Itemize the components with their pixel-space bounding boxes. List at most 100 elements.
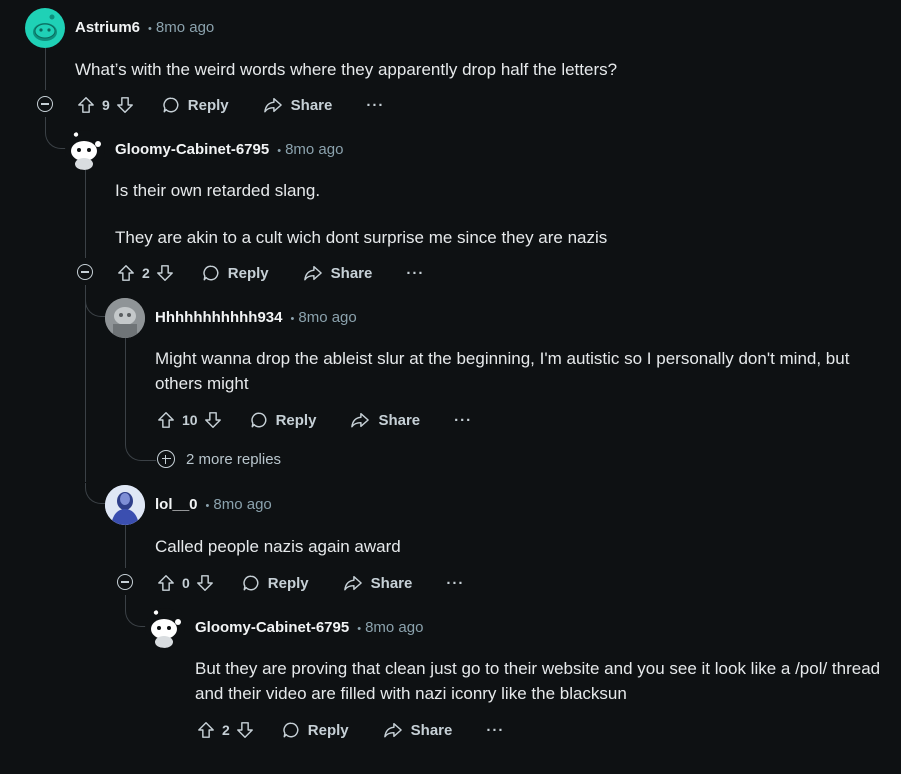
upvote-arrow-icon (78, 97, 94, 113)
comment-actions: 0 Reply Share ··· (157, 567, 464, 599)
comment-actions: 10 Reply Share ··· (157, 404, 472, 436)
share-button[interactable]: Share (383, 721, 453, 739)
comment-bubble-icon (283, 722, 299, 738)
snoo-default-avatar-icon (71, 132, 101, 170)
share-label: Share (410, 721, 453, 739)
share-button[interactable]: Share (350, 411, 420, 429)
username[interactable]: Hhhhhhhhhhh934 (155, 309, 283, 326)
share-button[interactable]: Share (263, 96, 332, 114)
avatar[interactable] (105, 485, 145, 525)
collapse-thread-button[interactable] (37, 96, 53, 112)
avatar[interactable] (65, 130, 105, 170)
comment-meta: lol__0 • 8mo ago (155, 495, 272, 516)
share-button[interactable]: Share (343, 574, 413, 592)
timestamp[interactable]: 8mo ago (298, 309, 356, 326)
plus-circle-icon (157, 450, 175, 468)
thread-line[interactable] (85, 285, 86, 482)
thread-line[interactable] (125, 338, 126, 441)
comment-meta: Gloomy-Cabinet-6795 • 8mo ago (195, 618, 423, 639)
downvote-button[interactable] (116, 96, 134, 114)
separator-dot: • (290, 313, 295, 325)
comment-bubble-icon (203, 265, 219, 281)
collapse-thread-button[interactable] (117, 574, 133, 590)
blue-photo-avatar-icon (105, 485, 145, 525)
avatar[interactable] (105, 298, 145, 338)
share-arrow-icon (351, 412, 370, 428)
collapse-thread-button[interactable] (77, 264, 93, 280)
upvote-button[interactable] (157, 411, 175, 429)
share-arrow-icon (303, 265, 322, 281)
separator-dot: • (205, 500, 210, 512)
downvote-arrow-icon (156, 265, 173, 281)
username[interactable]: lol__0 (155, 496, 198, 513)
thread-connector (125, 440, 156, 461)
upvote-button[interactable] (77, 96, 95, 114)
downvote-button[interactable] (236, 721, 254, 739)
share-arrow-icon (263, 97, 282, 113)
share-label: Share (378, 411, 421, 429)
more-options-button[interactable]: ··· (446, 575, 464, 592)
vote-count: 2 (222, 722, 230, 738)
reply-button[interactable]: Reply (282, 721, 349, 739)
more-replies-label: 2 more replies (186, 450, 282, 468)
more-options-button[interactable]: ··· (406, 265, 424, 282)
snoo-default-avatar-icon (151, 610, 181, 648)
separator-dot: • (357, 623, 362, 635)
comment-body: What’s with the weird words where they a… (75, 60, 618, 79)
upvote-arrow-icon (158, 412, 174, 428)
comment-body: Called people nazis again award (155, 537, 401, 556)
timestamp[interactable]: 8mo ago (365, 619, 423, 636)
share-button[interactable]: Share (303, 264, 373, 282)
reply-button[interactable]: Reply (242, 574, 309, 592)
downvote-button[interactable] (156, 264, 174, 282)
comment-actions: 9 Reply Share ··· (77, 89, 384, 121)
upvote-arrow-icon (118, 265, 134, 281)
timestamp[interactable]: 8mo ago (285, 141, 343, 158)
username[interactable]: Gloomy-Cabinet-6795 (115, 141, 269, 158)
grey-photo-avatar-icon (105, 298, 145, 338)
vote-count: 0 (182, 575, 190, 591)
reply-label: Reply (307, 721, 349, 739)
reply-label: Reply (275, 411, 317, 429)
reply-button[interactable]: Reply (202, 264, 269, 282)
vote-count: 10 (182, 412, 198, 428)
comment-body: But they are proving that clean just go … (195, 659, 881, 678)
comment-meta: Hhhhhhhhhhh934 • 8mo ago (155, 308, 357, 329)
comment-meta: Gloomy-Cabinet-6795 • 8mo ago (115, 140, 343, 161)
timestamp[interactable]: 8mo ago (213, 496, 271, 513)
reply-label: Reply (227, 264, 269, 282)
avatar[interactable] (145, 608, 185, 648)
username[interactable]: Gloomy-Cabinet-6795 (195, 619, 349, 636)
downvote-button[interactable] (204, 411, 222, 429)
more-options-button[interactable]: ··· (486, 722, 504, 739)
reply-button[interactable]: Reply (162, 96, 229, 114)
comment-actions: 2 Reply Share ··· (197, 714, 504, 746)
thread-line[interactable] (85, 170, 86, 258)
downvote-button[interactable] (196, 574, 214, 592)
more-options-button[interactable]: ··· (366, 97, 384, 114)
more-replies-button[interactable]: 2 more replies (157, 450, 281, 468)
comment-body: and their video are filled with nazi ico… (195, 684, 627, 703)
more-options-button[interactable]: ··· (454, 412, 472, 429)
vote-count: 9 (102, 97, 110, 113)
thread-line[interactable] (45, 48, 46, 90)
downvote-arrow-icon (196, 575, 213, 591)
separator-dot: • (148, 23, 152, 35)
downvote-arrow-icon (204, 412, 221, 428)
share-arrow-icon (343, 575, 362, 591)
thread-line[interactable] (125, 525, 126, 568)
reply-button[interactable]: Reply (250, 411, 317, 429)
upvote-button[interactable] (117, 264, 135, 282)
username[interactable]: Astrium6 (75, 19, 140, 36)
upvote-arrow-icon (158, 575, 174, 591)
share-label: Share (330, 264, 373, 282)
timestamp[interactable]: 8mo ago (156, 19, 214, 36)
upvote-button[interactable] (197, 721, 215, 739)
share-label: Share (370, 574, 413, 592)
comment-actions: 2 Reply Share ··· (117, 257, 424, 289)
upvote-button[interactable] (157, 574, 175, 592)
comment-body: others might (155, 374, 249, 393)
snoo-teal-avatar-icon (33, 14, 57, 41)
avatar[interactable] (25, 8, 65, 48)
reply-label: Reply (267, 574, 309, 592)
